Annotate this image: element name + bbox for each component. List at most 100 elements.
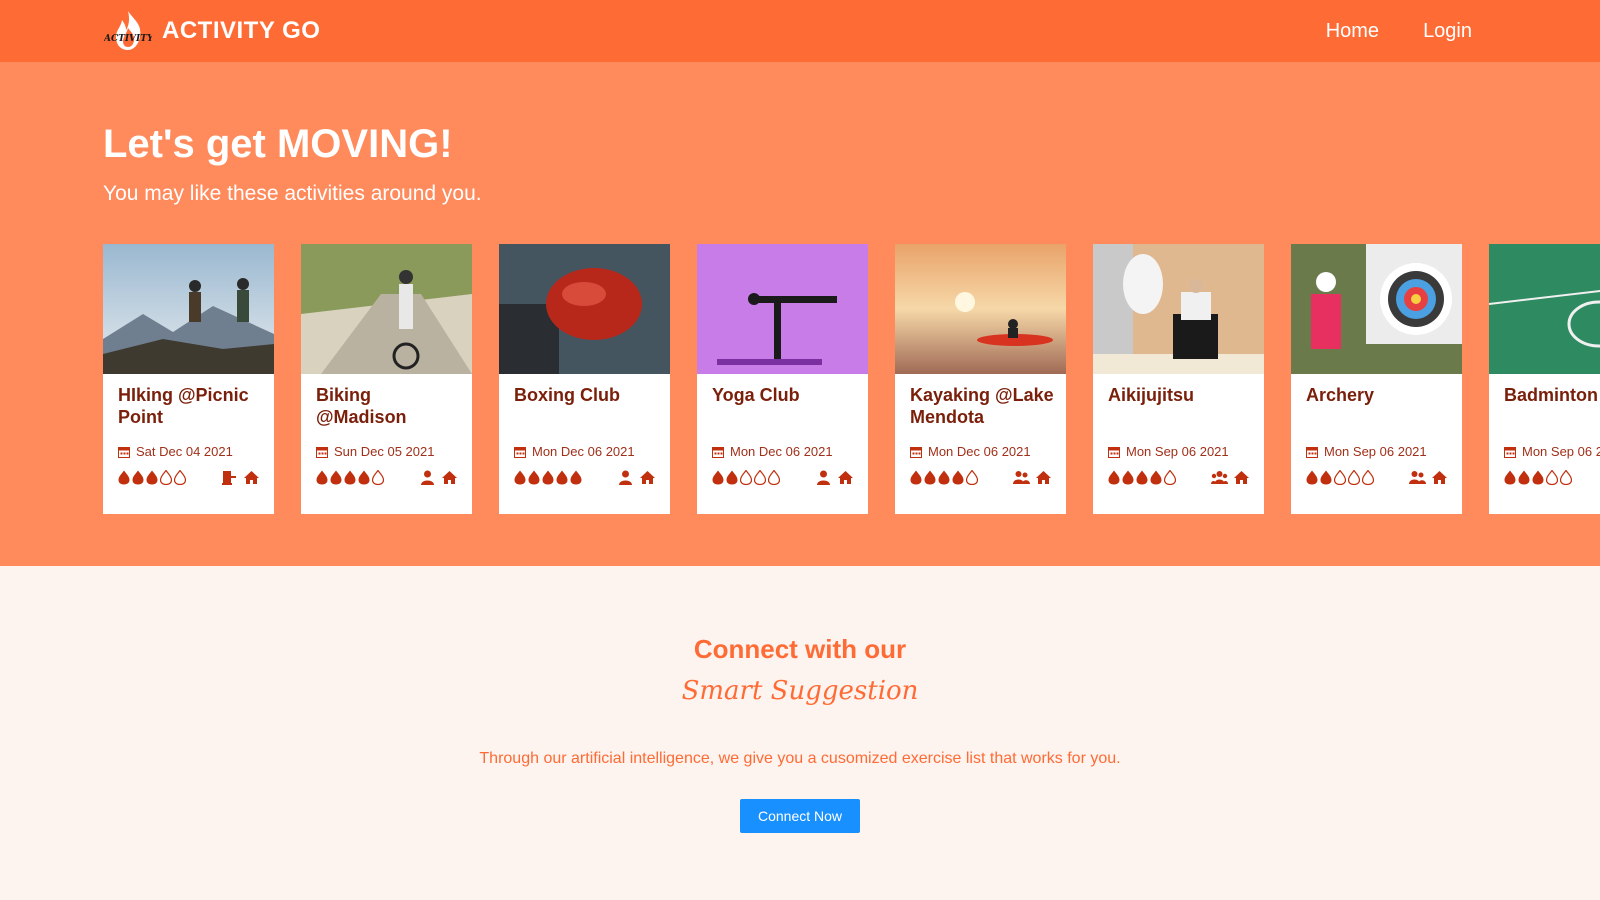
activity-image <box>499 244 670 374</box>
flame-filled-icon <box>1504 470 1516 485</box>
user-icon <box>617 470 634 485</box>
flame-filled-icon <box>1136 470 1148 485</box>
flame-filled-icon <box>528 470 540 485</box>
activity-title: Boxing Club <box>514 385 620 405</box>
flame-filled-icon <box>1108 470 1120 485</box>
intensity-rating <box>910 470 978 485</box>
flame-filled-icon <box>952 470 964 485</box>
home-icon <box>1035 470 1052 485</box>
flame-outline-icon <box>174 470 186 485</box>
home-icon <box>639 470 656 485</box>
brand-name: ACTIVITY GO <box>162 17 321 44</box>
flame-outline-icon <box>1560 470 1572 485</box>
group-icon <box>1211 470 1228 485</box>
activity-image <box>895 244 1066 374</box>
flame-logo-icon: ACTIVITY GO <box>104 11 152 50</box>
activity-title: HIking @Picnic Point <box>118 385 249 427</box>
activity-image <box>1291 244 1462 374</box>
activity-card[interactable]: Badminton Mon Sep 06 2021 <box>1489 244 1600 514</box>
flame-outline-icon <box>768 470 780 485</box>
hero-section: Let's get MOVING! You may like these act… <box>0 62 1600 566</box>
intensity-rating <box>1306 470 1374 485</box>
activity-meta <box>514 470 656 485</box>
calendar-icon <box>118 446 130 458</box>
home-icon <box>1431 470 1448 485</box>
flame-filled-icon <box>1122 470 1134 485</box>
activity-type-icons <box>1211 470 1250 485</box>
users-icon <box>1013 470 1030 485</box>
activity-date: Mon Sep 06 2021 <box>1504 444 1600 459</box>
calendar-icon <box>1108 446 1120 458</box>
flame-filled-icon <box>514 470 526 485</box>
activity-image <box>301 244 472 374</box>
calendar-icon <box>1504 446 1516 458</box>
flame-filled-icon <box>330 470 342 485</box>
activity-date: Mon Dec 06 2021 <box>910 444 1031 459</box>
flame-outline-icon <box>740 470 752 485</box>
activity-date-text: Mon Dec 06 2021 <box>730 444 833 459</box>
intensity-rating <box>1108 470 1176 485</box>
flame-outline-icon <box>160 470 172 485</box>
flame-filled-icon <box>910 470 922 485</box>
flame-filled-icon <box>1320 470 1332 485</box>
activity-card[interactable]: Biking @Madison Sun Dec 05 2021 <box>301 244 472 514</box>
activity-title: Badminton <box>1504 385 1598 405</box>
activity-meta <box>712 470 854 485</box>
activity-meta <box>1504 470 1600 485</box>
activity-meta <box>316 470 458 485</box>
flame-filled-icon <box>712 470 724 485</box>
home-icon <box>1233 470 1250 485</box>
flame-filled-icon <box>118 470 130 485</box>
user-icon <box>815 470 832 485</box>
activity-date-text: Mon Dec 06 2021 <box>532 444 635 459</box>
activity-date: Sat Dec 04 2021 <box>118 444 233 459</box>
activity-meta <box>1108 470 1250 485</box>
activity-type-icons <box>1013 470 1052 485</box>
svg-text:ACTIVITY GO: ACTIVITY GO <box>104 34 152 44</box>
activity-title: Kayaking @Lake Mendota <box>910 385 1054 427</box>
intensity-rating <box>1504 470 1572 485</box>
calendar-icon <box>514 446 526 458</box>
activity-image <box>697 244 868 374</box>
flame-filled-icon <box>542 470 554 485</box>
intensity-rating <box>712 470 780 485</box>
home-icon <box>837 470 854 485</box>
intensity-rating <box>514 470 582 485</box>
activity-card[interactable]: Aikijujitsu Mon Sep 06 2021 <box>1093 244 1264 514</box>
user-icon <box>419 470 436 485</box>
activity-date-text: Mon Sep 06 2021 <box>1126 444 1229 459</box>
hero-title: Let's get MOVING! <box>103 122 453 166</box>
calendar-icon <box>316 446 328 458</box>
flame-filled-icon <box>1306 470 1318 485</box>
activity-date-text: Mon Dec 06 2021 <box>928 444 1031 459</box>
flame-filled-icon <box>938 470 950 485</box>
activity-card[interactable]: Boxing Club Mon Dec 06 2021 <box>499 244 670 514</box>
connect-script-title: Smart Suggestion <box>681 676 919 706</box>
activity-meta <box>1306 470 1448 485</box>
intensity-rating <box>316 470 384 485</box>
activity-card[interactable]: Kayaking @Lake Mendota Mon Dec 06 2021 <box>895 244 1066 514</box>
connect-section: Connect with our Smart Suggestion Throug… <box>0 566 1600 900</box>
flame-filled-icon <box>726 470 738 485</box>
activity-date: Mon Sep 06 2021 <box>1306 444 1427 459</box>
nav-link-home[interactable]: Home <box>1326 20 1379 43</box>
activity-title: Biking @Madison <box>316 385 407 427</box>
flame-filled-icon <box>924 470 936 485</box>
activity-date: Mon Sep 06 2021 <box>1108 444 1229 459</box>
home-icon <box>243 470 260 485</box>
nav-link-login[interactable]: Login <box>1423 20 1472 43</box>
activity-date-text: Mon Sep 06 2021 <box>1522 444 1600 459</box>
brand[interactable]: ACTIVITY GO ACTIVITY GO <box>104 8 320 54</box>
connect-now-button[interactable]: Connect Now <box>740 799 860 833</box>
home-icon <box>441 470 458 485</box>
flame-filled-icon <box>1150 470 1162 485</box>
activity-type-icons <box>815 470 854 485</box>
flame-outline-icon <box>754 470 766 485</box>
connect-description: Through our artificial intelligence, we … <box>479 750 1121 767</box>
activity-card-list: HIking @Picnic Point Sat Dec 04 2021 Biki… <box>103 244 1600 514</box>
activity-card[interactable]: HIking @Picnic Point Sat Dec 04 2021 <box>103 244 274 514</box>
activity-card[interactable]: Archery Mon Sep 06 2021 <box>1291 244 1462 514</box>
activity-card[interactable]: Yoga Club Mon Dec 06 2021 <box>697 244 868 514</box>
flame-filled-icon <box>1518 470 1530 485</box>
flame-filled-icon <box>132 470 144 485</box>
